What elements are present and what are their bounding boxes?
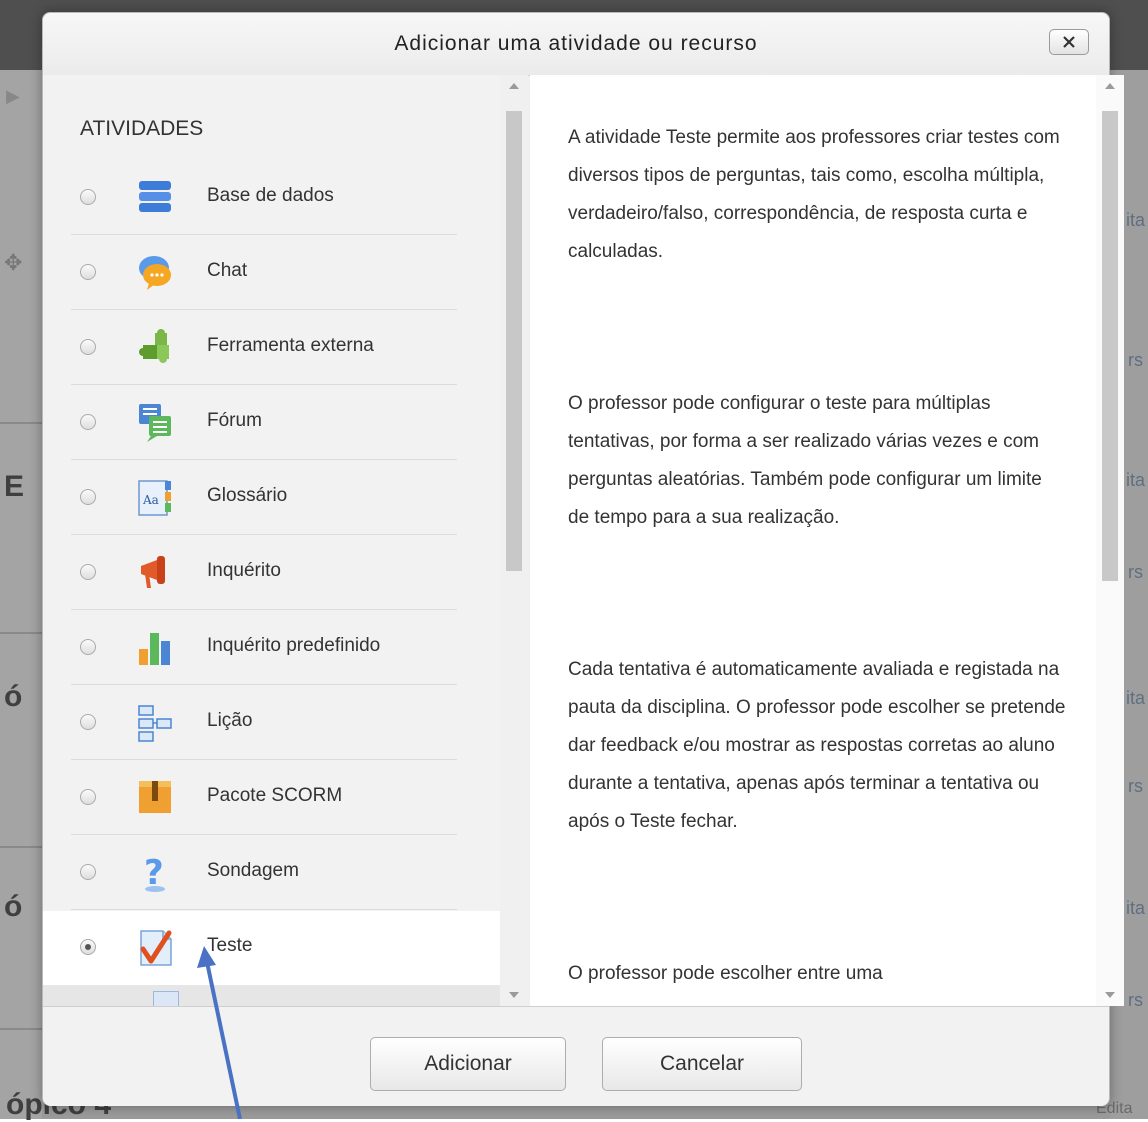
close-x-icon <box>1063 36 1075 48</box>
help-paragraph: Cada tentativa é automaticamente avaliad… <box>568 659 1066 832</box>
option-label: Ferramenta externa <box>207 335 374 356</box>
option-survey[interactable]: Inquérito <box>43 536 500 610</box>
scroll-down-arrow-icon[interactable] <box>509 992 519 998</box>
background-link-fragment: ita <box>1126 688 1146 708</box>
option-label: Sondagem <box>207 860 299 881</box>
svg-text:Aa: Aa <box>142 493 159 507</box>
option-next-partial <box>43 985 500 1006</box>
option-scorm-package[interactable]: Pacote SCORM <box>43 761 500 835</box>
scroll-down-arrow-icon[interactable] <box>1105 992 1115 998</box>
background-link-fragment: rs <box>1128 776 1143 796</box>
background-section-letter: ó <box>4 680 23 713</box>
puzzle-icon <box>139 329 169 363</box>
page-icon <box>153 991 179 1006</box>
option-label: Fórum <box>207 410 262 431</box>
radio-button[interactable] <box>80 939 96 955</box>
option-database[interactable]: Base de dados <box>43 161 500 235</box>
dialog-title: Adicionar uma atividade ou recurso <box>394 32 758 55</box>
option-poll[interactable]: ? Sondagem <box>43 836 500 910</box>
option-forum[interactable]: Fórum <box>43 386 500 460</box>
help-paragraph: A atividade Teste permite aos professore… <box>568 127 1060 262</box>
options-scrollbar[interactable] <box>500 75 528 1006</box>
option-label: Inquérito <box>207 560 281 581</box>
background-section-letter: ó <box>4 890 23 923</box>
dialog-footer: Adicionar Cancelar <box>43 1006 1109 1106</box>
section-heading-activities: ATIVIDADES <box>80 117 204 140</box>
background-section-letter: E <box>4 470 25 503</box>
option-label: Pacote SCORM <box>207 785 343 806</box>
play-arrow-icon: ▶ <box>6 86 20 106</box>
radio-button[interactable] <box>80 789 96 805</box>
option-label: Inquérito predefinido <box>207 635 381 656</box>
option-lesson[interactable]: Lição <box>43 686 500 760</box>
radio-button[interactable] <box>80 189 96 205</box>
dialog-header: Adicionar uma atividade ou recurso <box>43 13 1109 76</box>
megaphone-icon <box>141 556 165 588</box>
background-link-fragment: ita <box>1126 210 1146 230</box>
background-left-column <box>0 70 42 1119</box>
cancel-button[interactable]: Cancelar <box>602 1037 802 1091</box>
bar-chart-icon <box>139 633 170 665</box>
radio-button[interactable] <box>80 639 96 655</box>
scrollbar-thumb[interactable] <box>1102 111 1118 581</box>
help-paragraph: O professor pode configurar o teste para… <box>568 393 1042 528</box>
option-label: Teste <box>207 935 253 956</box>
add-activity-dialog: Adicionar uma atividade ou recurso ATIVI… <box>42 12 1124 1106</box>
radio-button[interactable] <box>80 339 96 355</box>
option-label: Lição <box>207 710 253 731</box>
option-predefined-survey[interactable]: Inquérito predefinido <box>43 611 500 685</box>
help-paragraph: O professor pode escolher entre uma <box>568 963 883 984</box>
scrollbar-thumb[interactable] <box>506 111 522 571</box>
background-link-fragment: rs <box>1128 562 1143 582</box>
add-button[interactable]: Adicionar <box>370 1037 566 1091</box>
scroll-up-arrow-icon[interactable] <box>509 83 519 89</box>
radio-button[interactable] <box>80 414 96 430</box>
close-button[interactable] <box>1049 29 1089 55</box>
forum-icon <box>139 404 171 442</box>
option-label: Base de dados <box>207 185 334 206</box>
move-icon: ✥ <box>4 250 23 275</box>
background-link-fragment: ita <box>1126 898 1146 918</box>
quiz-check-icon <box>140 930 172 966</box>
background-link-fragment: ita <box>1126 470 1146 490</box>
option-chat[interactable]: Chat <box>43 236 500 310</box>
radio-button[interactable] <box>80 864 96 880</box>
option-label: Glossário <box>207 485 288 506</box>
package-icon <box>139 781 171 813</box>
scroll-up-arrow-icon[interactable] <box>1105 83 1115 89</box>
background-link-fragment: rs <box>1128 350 1143 370</box>
lesson-tree-icon <box>138 705 172 742</box>
background-link-fragment: rs <box>1128 990 1143 1010</box>
database-icon <box>139 181 171 212</box>
radio-button[interactable] <box>80 264 96 280</box>
radio-button[interactable] <box>80 714 96 730</box>
option-label: Chat <box>207 260 248 281</box>
radio-button[interactable] <box>80 564 96 580</box>
help-description-pane: A atividade Teste permite aos professore… <box>530 75 1096 1006</box>
option-external-tool[interactable]: Ferramenta externa <box>43 311 500 385</box>
chat-bubble-icon <box>139 256 171 290</box>
help-scrollbar[interactable] <box>1096 75 1124 1006</box>
option-quiz[interactable]: Teste <box>43 911 500 985</box>
question-mark-icon: ? <box>144 853 165 893</box>
activity-options-list: ATIVIDADES Base de dados Chat Ferramenta… <box>43 75 500 1006</box>
glossary-icon: Aa <box>138 480 171 516</box>
radio-button[interactable] <box>80 489 96 505</box>
option-glossary[interactable]: Aa Glossário <box>43 461 500 535</box>
